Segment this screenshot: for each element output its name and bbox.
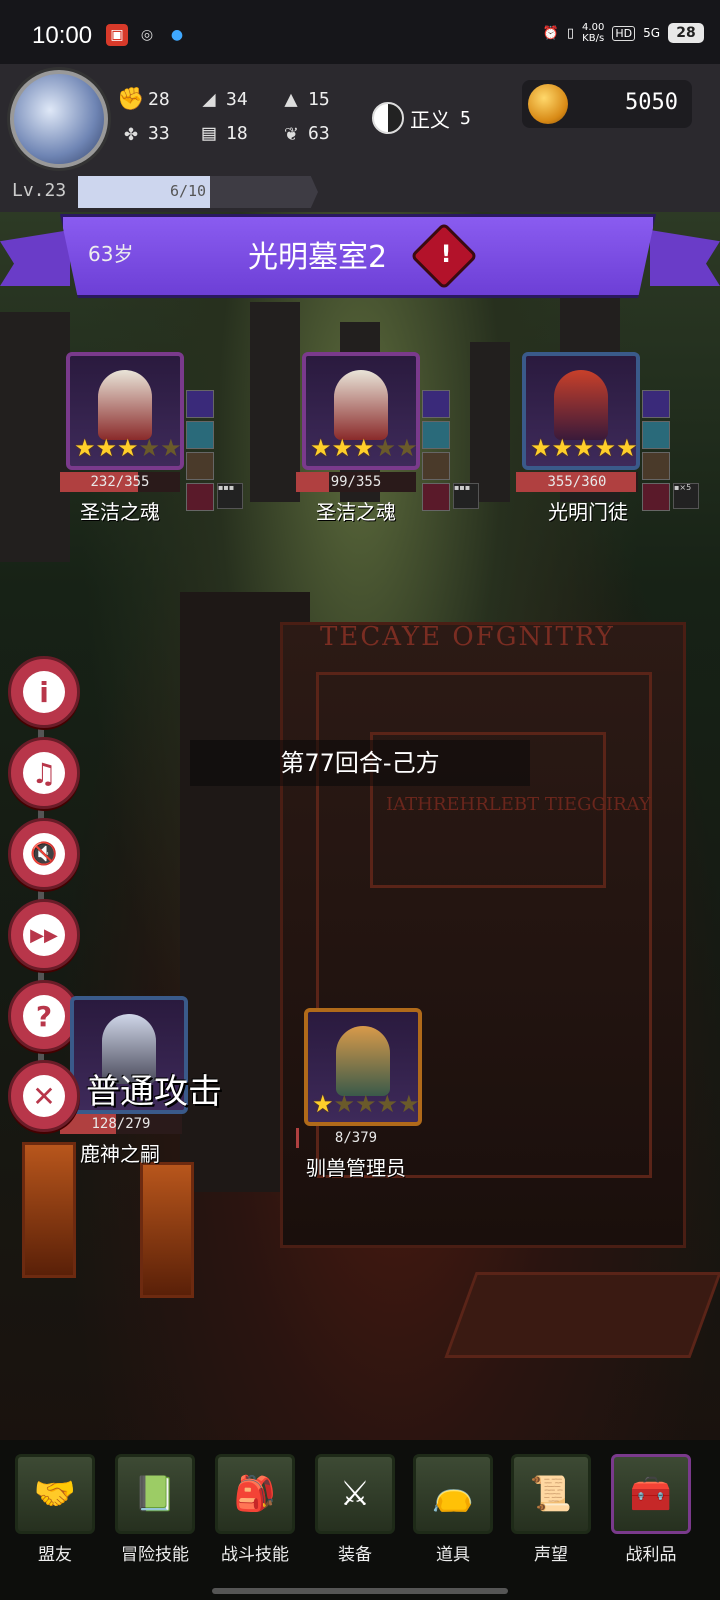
door-inscription: TECAYE OFGNITRY	[320, 622, 615, 652]
clock: 10:00	[32, 22, 93, 49]
mute-icon: 🔇	[23, 833, 65, 875]
scroll-icon: 📜	[511, 1454, 591, 1534]
justice-alignment: 正义 5	[372, 102, 471, 134]
enemy-hp-bar: 232/355	[60, 472, 180, 492]
backpack-icon: 🎒	[215, 1454, 295, 1534]
nav-loot[interactable]: 🧰 战利品	[611, 1454, 691, 1565]
enemy-portrait[interactable]: ★ ★ ★ ★ ★	[522, 352, 640, 470]
nav-reputation[interactable]: 📜 声望	[511, 1454, 591, 1565]
clover-icon: ✤	[124, 120, 138, 146]
boot-icon: ◢	[202, 86, 216, 112]
handshake-icon: 🤝	[15, 1454, 95, 1534]
nav-adventure-skills[interactable]: 📗 冒险技能	[115, 1454, 195, 1565]
xp-bar: 6/10	[78, 176, 318, 208]
home-indicator[interactable]	[212, 1588, 508, 1594]
music-off-button[interactable]: ♫	[8, 737, 80, 809]
xp-text: 6/10	[169, 182, 207, 200]
vibrate-icon: ▯	[566, 25, 575, 41]
star-rating: ★ ★ ★ ★ ★	[310, 434, 418, 462]
enemy-equipment: ▪×5	[642, 390, 700, 511]
music-off-icon: ♫	[23, 752, 65, 794]
enemy-equipment: ▪▪▪	[422, 390, 480, 511]
door-inscription-lower: IATHREHRLEBT TIEGGIRAY	[386, 794, 651, 815]
stat-magic: ▲ 15	[278, 86, 329, 112]
enemy-name: 圣洁之魂	[316, 500, 396, 524]
status-bar: 10:00 ▣ ◎ ● ⏰ ▯ 4.00 KB/s HD 5G 28	[0, 0, 720, 72]
wizard-hat-icon: ▲	[284, 86, 298, 112]
enemy-portrait[interactable]: ★ ★ ★ ★ ★	[302, 352, 420, 470]
fast-forward-icon: ▶▶	[23, 914, 65, 956]
nav-equipment[interactable]: ⚔ 装备	[315, 1454, 395, 1565]
round-indicator: 第77回合-己方	[190, 740, 530, 786]
alarm-icon: ⏰	[542, 25, 559, 41]
player-avatar[interactable]	[10, 70, 108, 168]
location-title: 光明墓室2	[248, 240, 388, 275]
close-icon: ✕	[23, 1075, 65, 1117]
enemy-name: 圣洁之魂	[80, 500, 160, 524]
treasure-chest-icon: 🧰	[611, 1454, 691, 1534]
yin-yang-icon	[372, 102, 404, 134]
stat-spirit: ❦ 63	[278, 120, 329, 146]
action-label: 普通攻击	[86, 1072, 222, 1112]
location-banner: 63岁 光明墓室2 !	[0, 214, 720, 302]
lantern	[140, 1162, 194, 1298]
hd-badge: HD	[612, 25, 636, 41]
wings-icon: ❦	[284, 120, 298, 146]
fast-forward-button[interactable]: ▶▶	[8, 899, 80, 971]
gold-coin-icon	[528, 84, 568, 124]
enemy-portrait[interactable]: ★ ★ ★ ★ ★	[66, 352, 184, 470]
enemy-hp-bar: 355/360	[516, 472, 638, 492]
stat-luck: ✤ 33	[118, 120, 169, 146]
star-rating: ★ ★ ★ ★ ★	[530, 434, 638, 462]
battery-icon: 28	[668, 23, 704, 43]
player-age: 63岁	[88, 242, 134, 266]
ally-hp-bar: 8/379	[296, 1128, 416, 1148]
info-button[interactable]: i	[8, 656, 80, 728]
nav-items[interactable]: 👝 道具	[413, 1454, 493, 1565]
book-icon: ▤	[202, 120, 216, 146]
wechat-icon: ◎	[140, 27, 154, 43]
enemy-hp-bar: 99/355	[296, 472, 416, 492]
net-speed: 4.00 KB/s	[582, 22, 605, 44]
sound-off-button[interactable]: 🔇	[8, 818, 80, 890]
qq-icon: ●	[170, 27, 184, 43]
shield-swords-icon: ⚔	[315, 1454, 395, 1534]
ally-name: 驯兽管理员	[306, 1156, 406, 1180]
info-icon: i	[23, 671, 65, 713]
fist-icon: ✊	[117, 86, 145, 112]
star-rating: ★ ★ ★ ★ ★	[312, 1090, 420, 1118]
app-notification-icon: ▣	[106, 24, 128, 46]
stat-knowledge: ▤ 18	[196, 120, 247, 146]
ally-name: 鹿神之嗣	[80, 1142, 160, 1166]
gold-display: 5050	[522, 80, 692, 128]
enemy-equipment: ▪▪▪	[186, 390, 244, 511]
enemy-name: 光明门徒	[548, 500, 628, 524]
close-button[interactable]: ✕	[8, 1060, 80, 1132]
player-level: Lv.23	[12, 180, 67, 201]
question-icon: ?	[23, 995, 65, 1037]
gold-amount: 5050	[625, 90, 678, 115]
ally-hp-bar: 128/279	[60, 1114, 182, 1134]
ally-portrait[interactable]: ★ ★ ★ ★ ★	[304, 1008, 422, 1126]
nav-allies[interactable]: 🤝 盟友	[15, 1454, 95, 1565]
bag-icon: 👝	[413, 1454, 493, 1534]
stat-strength: ✊ 28	[117, 86, 170, 112]
stat-agility: ◢ 34	[196, 86, 247, 112]
star-rating: ★ ★ ★ ★ ★	[74, 434, 182, 462]
nav-combat-skills[interactable]: 🎒 战斗技能	[215, 1454, 295, 1565]
signal-icon: 5G	[643, 26, 660, 40]
spellbook-icon: 📗	[115, 1454, 195, 1534]
